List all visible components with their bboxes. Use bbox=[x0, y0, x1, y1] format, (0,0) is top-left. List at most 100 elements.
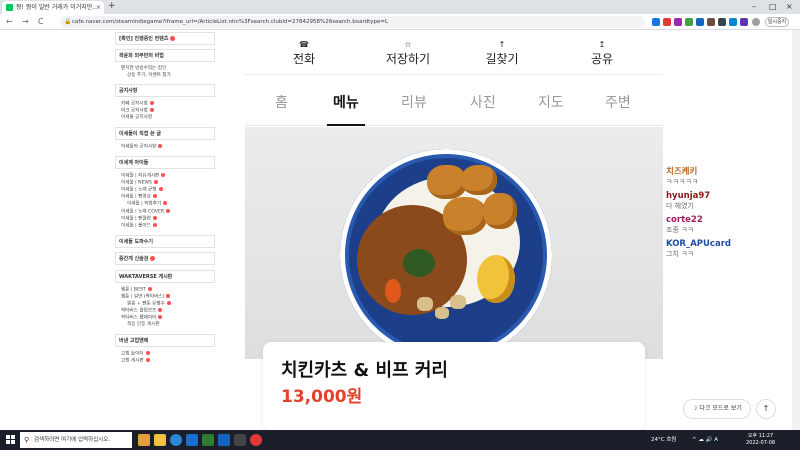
sidebar-section[interactable]: 이세돌 도파수기 bbox=[115, 234, 215, 248]
page-scrollbar[interactable] bbox=[792, 30, 800, 430]
tab-photos[interactable]: 사진 bbox=[470, 92, 496, 112]
sidebar-item[interactable]: 이세돌 | 노래 COVER bbox=[111, 208, 219, 216]
sidebar-item[interactable]: 이세돌 | 팬영상 bbox=[111, 194, 219, 201]
windows-taskbar: ⚲ 검색하려면 여기에 입력하십시오. 24°C 흐림 ^ ☁ 🔊 A 오후 1… bbox=[0, 430, 800, 450]
extension-icon[interactable] bbox=[685, 18, 693, 26]
sidebar-item[interactable]: 이세돌 | 자유게시판 bbox=[111, 173, 219, 180]
egg-shape bbox=[477, 255, 515, 303]
menu-item-card[interactable]: 치킨카츠 & 비프 커리 13,000원 bbox=[263, 342, 645, 430]
chat-message: ㅋㅋㅋㅋㅋ bbox=[666, 178, 699, 186]
extension-icon[interactable] bbox=[707, 18, 715, 26]
url-field[interactable]: 🔒 cafe.naver.com/steamindiegame?iframe_u… bbox=[60, 16, 645, 28]
taskbar-clock[interactable]: 오후 11:27 2022-07-08 bbox=[746, 433, 775, 447]
sidebar-item[interactable]: 왬툰 | BEST bbox=[111, 286, 219, 294]
tab-home[interactable]: 홈 bbox=[275, 92, 288, 112]
back-button[interactable]: ← bbox=[6, 16, 13, 28]
file-explorer-icon[interactable] bbox=[154, 434, 166, 446]
sidebar-section[interactable]: 이세돌이 직접 쓴 글 bbox=[115, 126, 215, 140]
dark-mode-label: 다크 모드로 보기 bbox=[699, 405, 742, 412]
sidebar-section[interactable]: 버낸 고업멘에 bbox=[115, 333, 215, 347]
weather-indicator[interactable]: 24°C 흐림 bbox=[651, 430, 676, 450]
extension-icon[interactable] bbox=[663, 18, 671, 26]
call-button[interactable]: ☎ 전화 bbox=[259, 40, 349, 67]
naver-cafe-favicon-icon bbox=[6, 4, 13, 11]
sidebar-item[interactable]: 팬치한 방송수익는 컵인 bbox=[111, 66, 219, 73]
store-icon[interactable] bbox=[186, 434, 198, 446]
pause-button[interactable]: 일시중지 bbox=[765, 17, 789, 27]
extension-icon[interactable] bbox=[740, 18, 748, 26]
vscode-icon[interactable] bbox=[218, 434, 230, 446]
forward-button[interactable]: → bbox=[22, 16, 29, 28]
sidebar-item[interactable]: 고힙 놀이터 bbox=[111, 350, 219, 358]
directions-button[interactable]: ↑ 길찾기 bbox=[457, 40, 547, 67]
edge-icon[interactable] bbox=[170, 434, 182, 446]
sidebar-item[interactable]: 이세돌 공지사항 bbox=[111, 115, 219, 122]
chrome-icon[interactable] bbox=[250, 434, 262, 446]
sidebar-section-title: 중간게 신슬검 bbox=[119, 255, 149, 262]
extension-icon[interactable] bbox=[718, 18, 726, 26]
sidebar-section[interactable]: 이세계 아이돌 bbox=[115, 156, 215, 170]
sidebar-item[interactable]: 왁타버스 클립모즈 bbox=[111, 308, 219, 315]
sidebar-section[interactable]: 곽윤화 외부만의 비법 bbox=[115, 49, 215, 62]
sidebar-section[interactable]: 공지사항 bbox=[115, 84, 215, 98]
sidebar-item[interactable]: 이세돌 | 팬클럽 bbox=[111, 215, 219, 223]
sidebar-section-title: 버낸 고업멘에 bbox=[119, 337, 149, 344]
broccoli-shape bbox=[403, 249, 435, 277]
sidebar-item[interactable]: 상등 추기, 이벤트 참가 bbox=[111, 73, 219, 80]
app-icon[interactable] bbox=[234, 434, 246, 446]
taskbar-search[interactable]: ⚲ 검색하려면 여기에 입력하십시오. bbox=[20, 432, 132, 448]
tab-review[interactable]: 리뷰 bbox=[401, 92, 427, 112]
star-icon: ☆ bbox=[404, 40, 412, 49]
sidebar-item[interactable]: 쌀롱 + 팬툰 유짱수 bbox=[111, 301, 219, 308]
maximize-button[interactable]: □ bbox=[769, 0, 777, 13]
menu-item-price: 13,000원 bbox=[281, 387, 363, 407]
game-app-icon[interactable] bbox=[138, 434, 150, 446]
tab-menu[interactable]: 메뉴 bbox=[327, 92, 365, 126]
extension-icon[interactable] bbox=[729, 18, 737, 26]
clock-date: 2022-07-08 bbox=[746, 440, 776, 446]
sidebar-section[interactable]: 중간게 신슬검 bbox=[115, 251, 215, 265]
extension-icon[interactable] bbox=[674, 18, 682, 26]
sidebar-item[interactable]: 이세돌의 공지사항 bbox=[111, 143, 219, 151]
share-label: 공유 bbox=[590, 52, 614, 66]
share-button[interactable]: ↥ 공유 bbox=[557, 40, 647, 67]
windows-start-icon[interactable] bbox=[6, 435, 16, 445]
profile-avatar[interactable] bbox=[752, 18, 760, 26]
save-button[interactable]: ☆ 저장하기 bbox=[363, 40, 453, 67]
new-tab-button[interactable]: + bbox=[108, 0, 116, 13]
url-text: cafe.naver.com/steamindiegame?iframe_url… bbox=[72, 19, 389, 25]
sidebar-item[interactable]: 이세돌 | 롤이드 bbox=[111, 222, 219, 230]
new-badge-icon bbox=[166, 301, 171, 305]
tab-nearby[interactable]: 주변 bbox=[605, 92, 631, 112]
chat-username: 치즈케키 bbox=[666, 167, 698, 177]
browser-tab[interactable]: 짱! 짱이 일반 거래가 이거지만... × bbox=[2, 1, 104, 14]
extension-icon[interactable] bbox=[652, 18, 660, 26]
sidebar-section[interactable]: [확인] 진행중인 컨텐츠 bbox=[115, 32, 215, 45]
tab-map[interactable]: 지도 bbox=[538, 92, 564, 112]
chat-message: 다 헤였기 bbox=[666, 202, 694, 210]
sidebar-section[interactable]: WAKTAVERSE 게시판 bbox=[115, 269, 215, 283]
dark-mode-button[interactable]: ☽ 다크 모드로 보기 bbox=[683, 399, 751, 419]
app-icon[interactable] bbox=[202, 434, 214, 446]
new-badge-icon bbox=[153, 180, 158, 185]
sidebar-item[interactable]: 고힙 게시판 bbox=[111, 357, 219, 365]
scroll-top-button[interactable]: ↑ bbox=[756, 399, 776, 419]
sidebar-section-title: WAKTAVERSE 게시판 bbox=[119, 273, 173, 280]
stream-chat-overlay: 치즈케키 ㅋㅋㅋㅋㅋ hyunja97 다 헤였기 corte22 조종 ㅋㅋ … bbox=[666, 167, 792, 263]
sidebar-item[interactable]: 이세돌 | 노래 균형 bbox=[111, 187, 219, 194]
new-badge-icon bbox=[158, 308, 163, 313]
sidebar-item[interactable]: 이세돌 | 직법후기 bbox=[111, 201, 219, 208]
new-badge-icon bbox=[145, 357, 150, 362]
reload-button[interactable]: C bbox=[38, 16, 44, 28]
sidebar-item[interactable]: 카페 공지사항 bbox=[111, 101, 219, 108]
sidebar-item[interactable]: 왬툰 | 일반 (왁타버스) bbox=[111, 293, 219, 301]
minimize-button[interactable]: – bbox=[752, 0, 756, 13]
tab-close-icon[interactable]: × bbox=[96, 1, 101, 14]
new-badge-icon bbox=[150, 255, 156, 261]
sidebar-item[interactable]: 적응 인증 게시판 bbox=[111, 322, 219, 329]
extension-icon[interactable] bbox=[696, 18, 704, 26]
menu-photo[interactable] bbox=[245, 127, 663, 359]
system-tray-icons[interactable]: ^ ☁ 🔊 A bbox=[692, 430, 718, 450]
close-window-button[interactable]: × bbox=[786, 0, 793, 13]
sidebar-item[interactable]: 이세돌 | NEWS bbox=[111, 180, 219, 187]
